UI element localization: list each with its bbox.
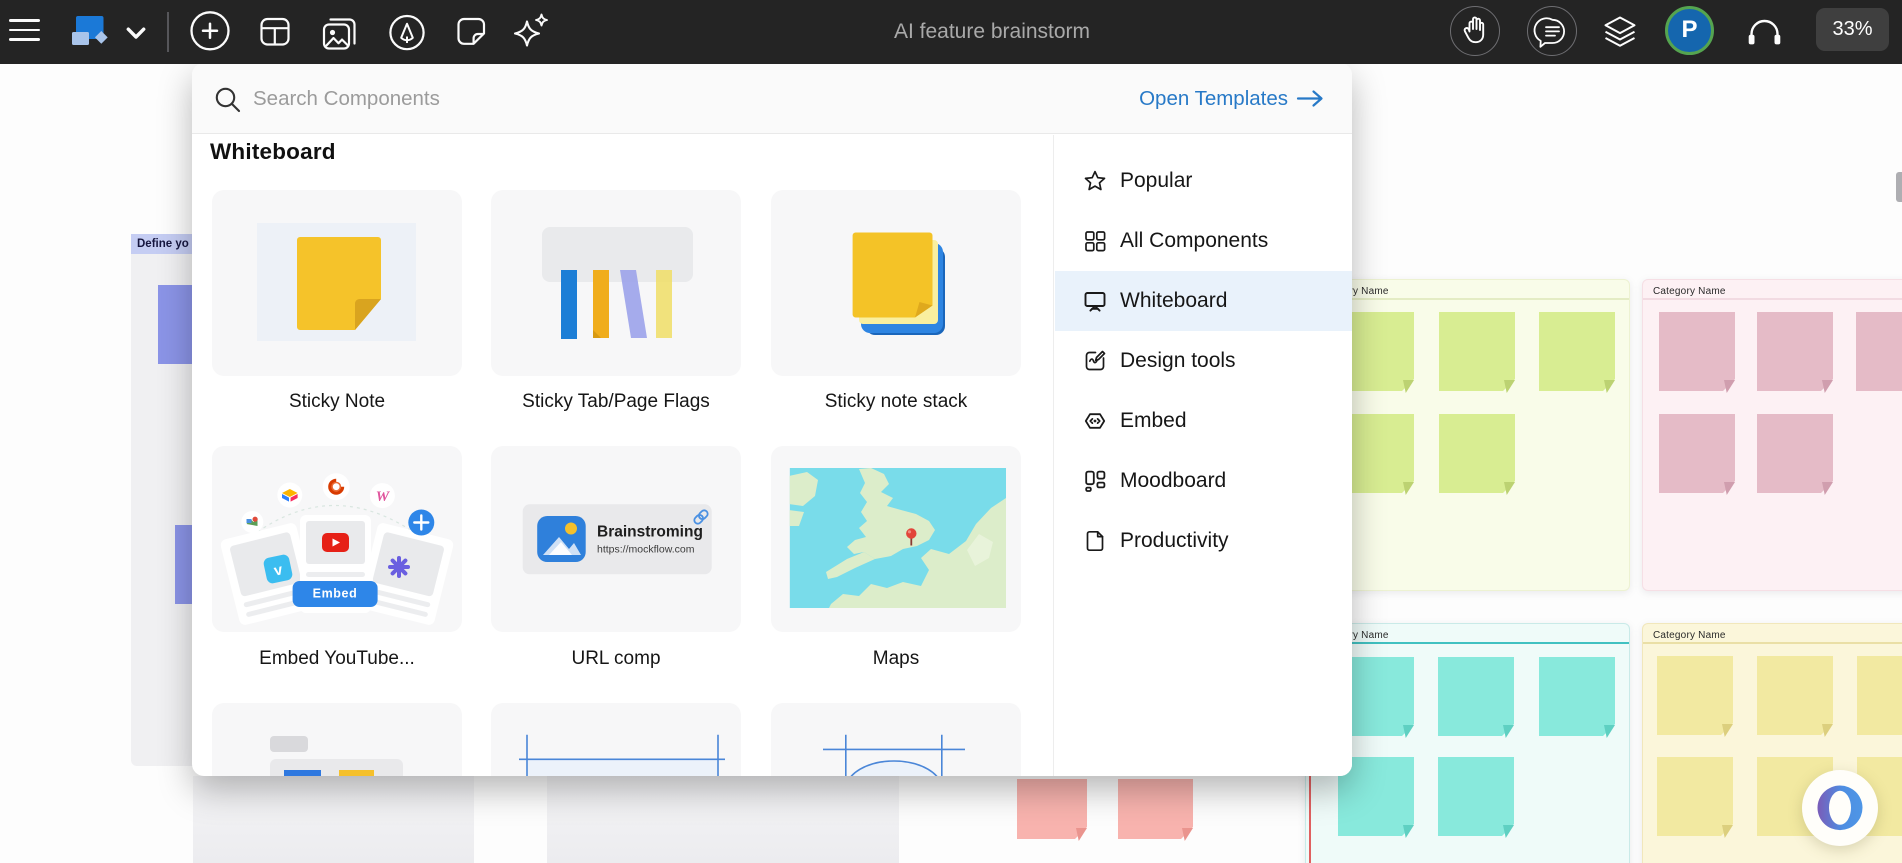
svg-text:https://mockflow.com: https://mockflow.com xyxy=(597,544,695,556)
svg-text:Embed: Embed xyxy=(313,587,358,601)
svg-text:Brainstroming: Brainstroming xyxy=(597,524,703,541)
svg-text:W: W xyxy=(376,489,391,505)
